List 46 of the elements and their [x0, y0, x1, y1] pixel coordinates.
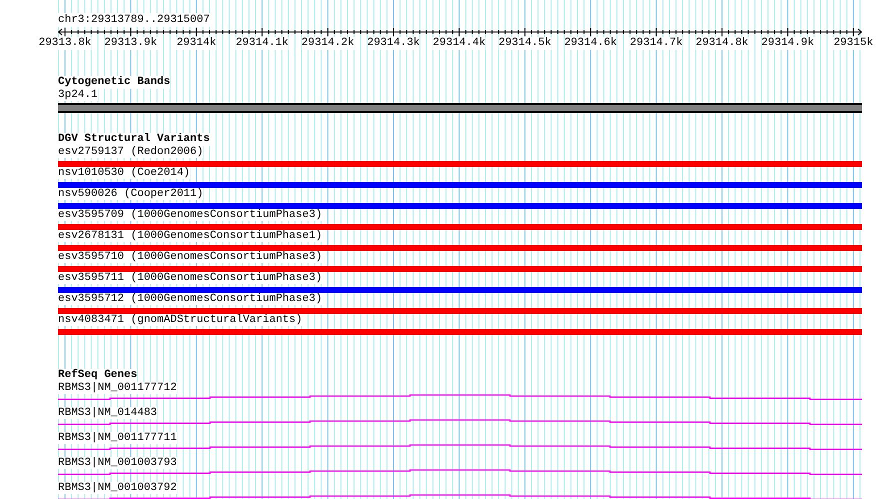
track-title: DGV Structural Variants: [58, 133, 210, 146]
variant-label: esv3595712 (1000GenomesConsortiumPhase3): [58, 293, 322, 305]
gene-label: RBMS3|NM_001177711: [58, 432, 177, 444]
variant-label: nsv4083471 (gnomADStructuralVariants): [58, 314, 302, 326]
variant-label: esv2678131 (1000GenomesConsortiumPhase1): [58, 230, 322, 242]
tick-label: 29314.2k: [301, 37, 354, 50]
tick-label: 29314k: [176, 37, 216, 50]
gene-model-line[interactable]: [58, 469, 862, 476]
tick-label: 29314.1k: [236, 37, 288, 50]
tick-label: 29313.9k: [104, 37, 158, 50]
cytoband-bar[interactable]: [58, 103, 862, 113]
tick-label: 29313.8k: [38, 37, 92, 50]
tick-label: 29314.6k: [564, 37, 617, 50]
variant-bar[interactable]: [58, 287, 862, 293]
variant-label: esv3595711 (1000GenomesConsortiumPhase3): [58, 272, 322, 284]
variant-label: nsv1010530 (Coe2014): [58, 167, 190, 179]
variant-bar[interactable]: [58, 182, 862, 188]
gene-label: RBMS3|NM_014483: [58, 407, 158, 419]
variant-label: esv3595710 (1000GenomesConsortiumPhase3): [58, 251, 322, 263]
variant-label: esv2759137 (Redon2006): [58, 146, 204, 158]
gene-model-line[interactable]: [58, 419, 862, 426]
tick-label: 29314.3k: [367, 37, 420, 50]
variant-bar[interactable]: [58, 245, 862, 251]
tick-label: 29315k: [834, 37, 874, 50]
track-title: Cytogenetic Bands: [58, 76, 170, 89]
variant-bar[interactable]: [58, 161, 862, 167]
gene-label: RBMS3|NM_001003792: [58, 482, 177, 494]
tick-label: 29314.5k: [498, 37, 552, 50]
location-label: chr3:29313789..29315007: [58, 13, 210, 27]
tick-label: 29314.7k: [630, 37, 683, 50]
gene-label: RBMS3|NM_001003793: [58, 457, 177, 469]
variant-bar[interactable]: [58, 266, 862, 272]
tick-label: 29314.4k: [432, 37, 486, 50]
gene-model-line[interactable]: [58, 444, 862, 450]
tick-label: 29314.8k: [696, 37, 748, 50]
variant-bar[interactable]: [58, 224, 862, 230]
variant-label: esv3595709 (1000GenomesConsortiumPhase3): [58, 209, 322, 221]
variant-bar[interactable]: [58, 203, 862, 209]
variant-label: nsv590026 (Cooper2011): [58, 188, 204, 200]
variant-bar[interactable]: [58, 329, 862, 335]
tick-label: 29314.9k: [761, 37, 814, 50]
variant-bar[interactable]: [58, 308, 862, 314]
gene-model-line[interactable]: [58, 394, 862, 400]
gene-label: RBMS3|NM_001177712: [58, 382, 177, 394]
band-label: 3p24.1: [58, 89, 98, 101]
track-title: RefSeq Genes: [58, 369, 138, 382]
